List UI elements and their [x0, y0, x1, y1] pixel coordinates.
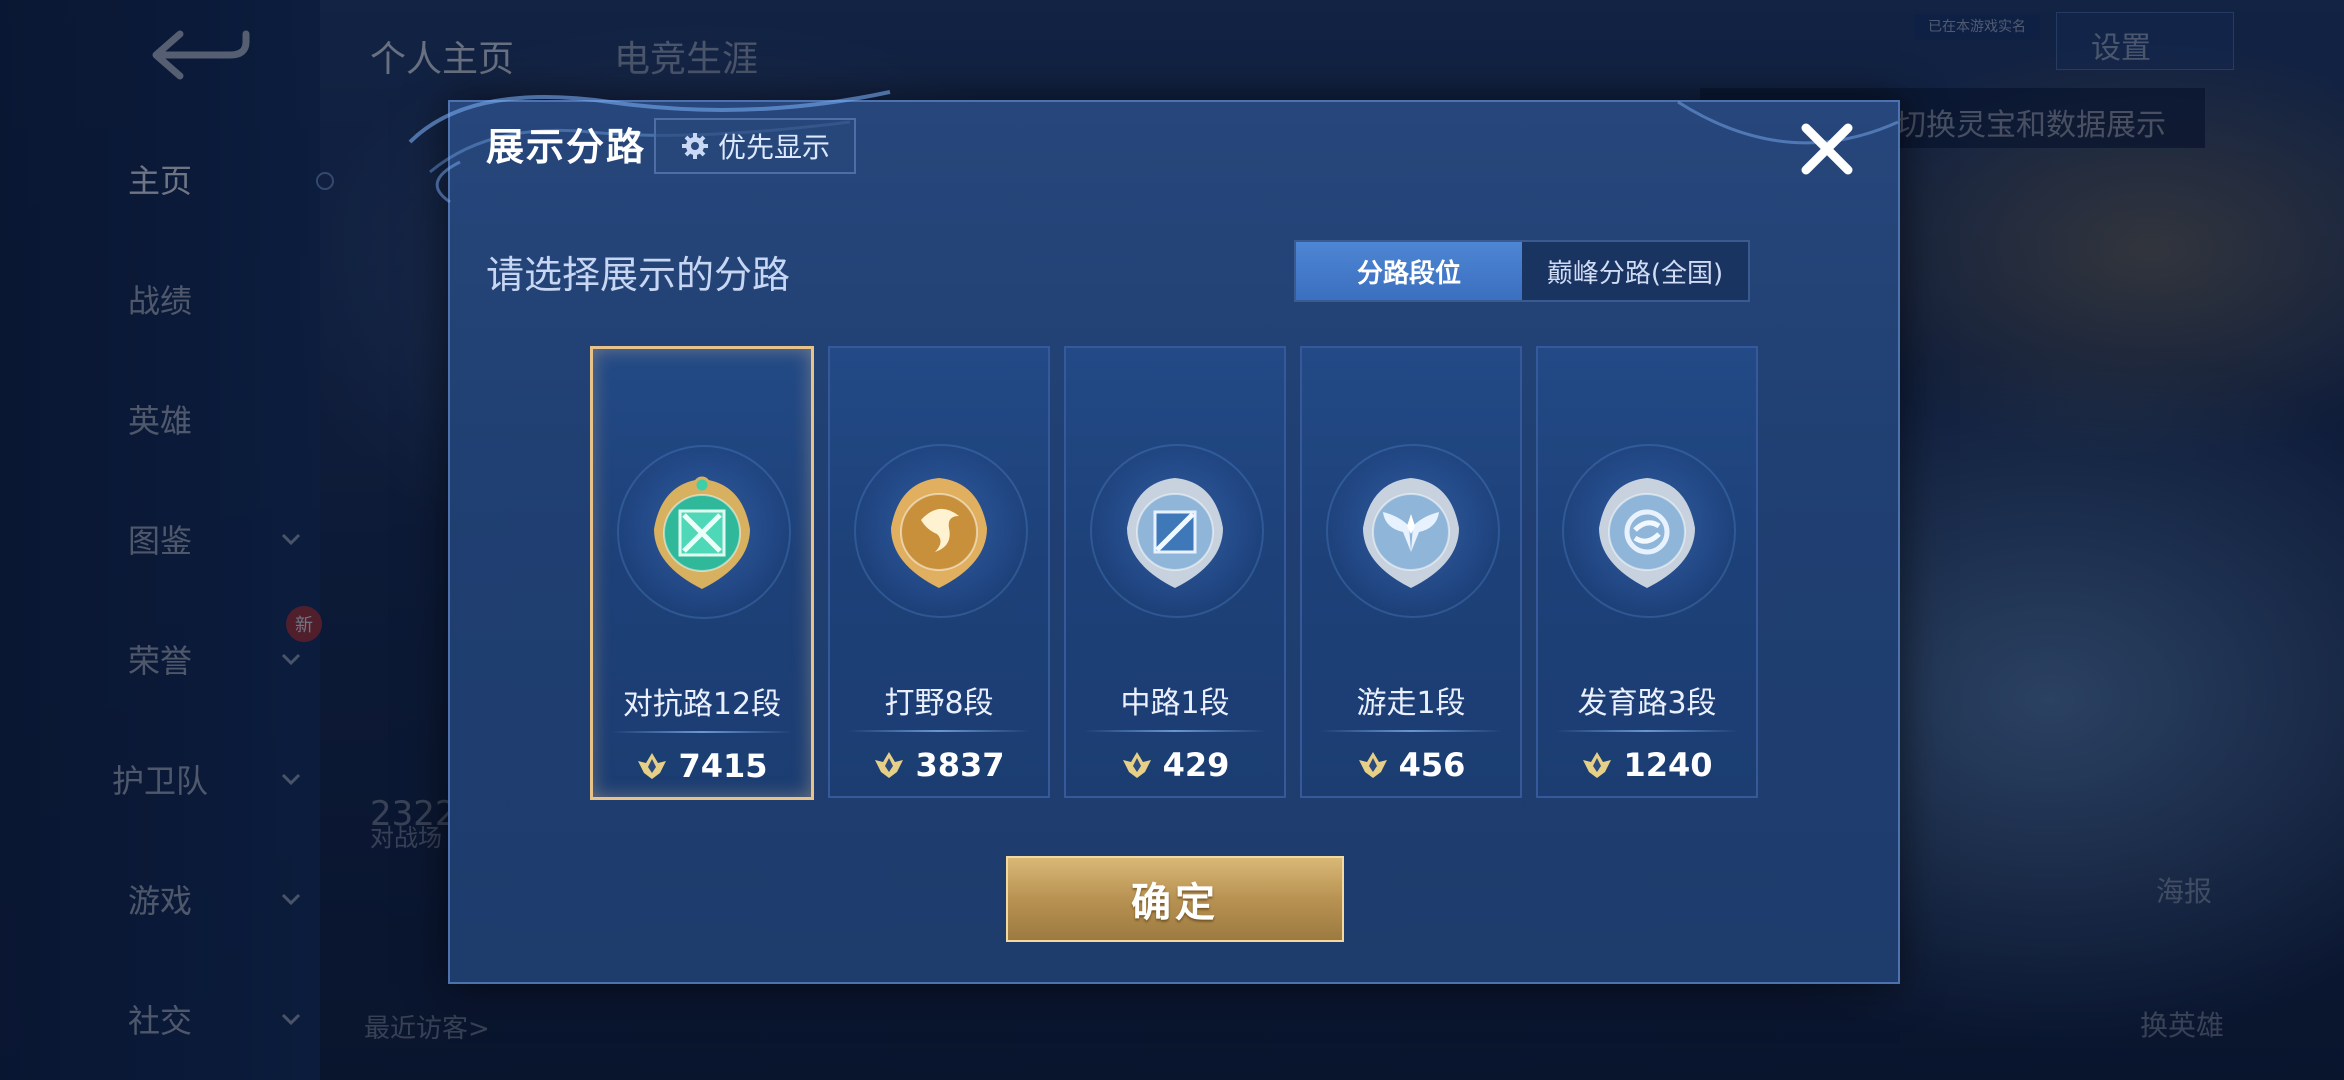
card-divider	[1084, 730, 1266, 732]
roam-wings-emblem-icon	[1363, 478, 1459, 588]
corner-swirl-ornament	[1677, 100, 1899, 145]
lane-score: 1240	[1538, 746, 1756, 784]
score-crest-icon	[1583, 752, 1612, 778]
segment-peak-lane-national[interactable]: 巅峰分路(全国)	[1522, 242, 1748, 300]
lane-card[interactable]: 打野8段 3837	[828, 346, 1050, 798]
priority-display-button[interactable]: 优先显示	[654, 118, 856, 174]
clash-lane-emblem-icon	[654, 476, 750, 589]
jungle-dragon-emblem-icon	[891, 478, 987, 588]
lane-card[interactable]: 发育路3段 1240	[1536, 346, 1758, 798]
lane-score-value: 429	[1162, 746, 1230, 784]
lane-score-value: 1240	[1623, 746, 1713, 784]
lane-card[interactable]: 游走1段 456	[1300, 346, 1522, 798]
score-crest-icon	[638, 753, 667, 779]
lane-score-value: 456	[1398, 746, 1466, 784]
lane-cards: 对抗路12段 7415 打野8段 3837 中路1段 429 游走1段 456 发育路3段 124…	[590, 346, 1758, 800]
lane-score-value: 3837	[915, 746, 1005, 784]
lane-score: 429	[1066, 746, 1284, 784]
close-icon[interactable]	[1796, 118, 1858, 180]
lane-score: 456	[1302, 746, 1520, 784]
lane-rank-name: 对抗路12段	[622, 687, 782, 722]
card-divider	[611, 731, 793, 733]
lane-card[interactable]: 对抗路12段 7415	[590, 346, 814, 800]
gear-icon	[681, 133, 708, 159]
card-divider	[1556, 730, 1738, 732]
score-crest-icon	[1122, 752, 1151, 778]
segment-lane-rank[interactable]: 分路段位	[1296, 242, 1522, 300]
dialog-subtitle: 请选择展示的分路	[486, 253, 791, 297]
score-crest-icon	[1358, 752, 1387, 778]
lane-rank-name: 游走1段	[1356, 686, 1466, 721]
score-crest-icon	[875, 752, 904, 778]
lane-rank-name: 发育路3段	[1577, 686, 1717, 721]
lane-display-dialog: 展示分路 优先显示 请选择展示的分路 分路段位 巅峰分路(全国) 对抗路12段 7…	[408, 90, 1900, 984]
dialog-title: 展示分路	[486, 125, 647, 169]
mid-lane-emblem-icon	[1127, 478, 1223, 588]
lane-rank-name: 中路1段	[1120, 686, 1230, 721]
lane-score: 7415	[593, 747, 811, 785]
farm-lane-emblem-icon	[1599, 478, 1695, 588]
card-divider	[1320, 730, 1502, 732]
lane-card[interactable]: 中路1段 429	[1064, 346, 1286, 798]
priority-display-label: 优先显示	[717, 131, 830, 164]
lane-score: 3837	[830, 746, 1048, 784]
rank-type-segmented-control: 分路段位 巅峰分路(全国)	[1294, 240, 1750, 302]
lane-rank-name: 打野8段	[884, 686, 994, 721]
confirm-button[interactable]: 确定	[1006, 856, 1344, 942]
lane-score-value: 7415	[678, 747, 768, 785]
card-divider	[848, 730, 1030, 732]
